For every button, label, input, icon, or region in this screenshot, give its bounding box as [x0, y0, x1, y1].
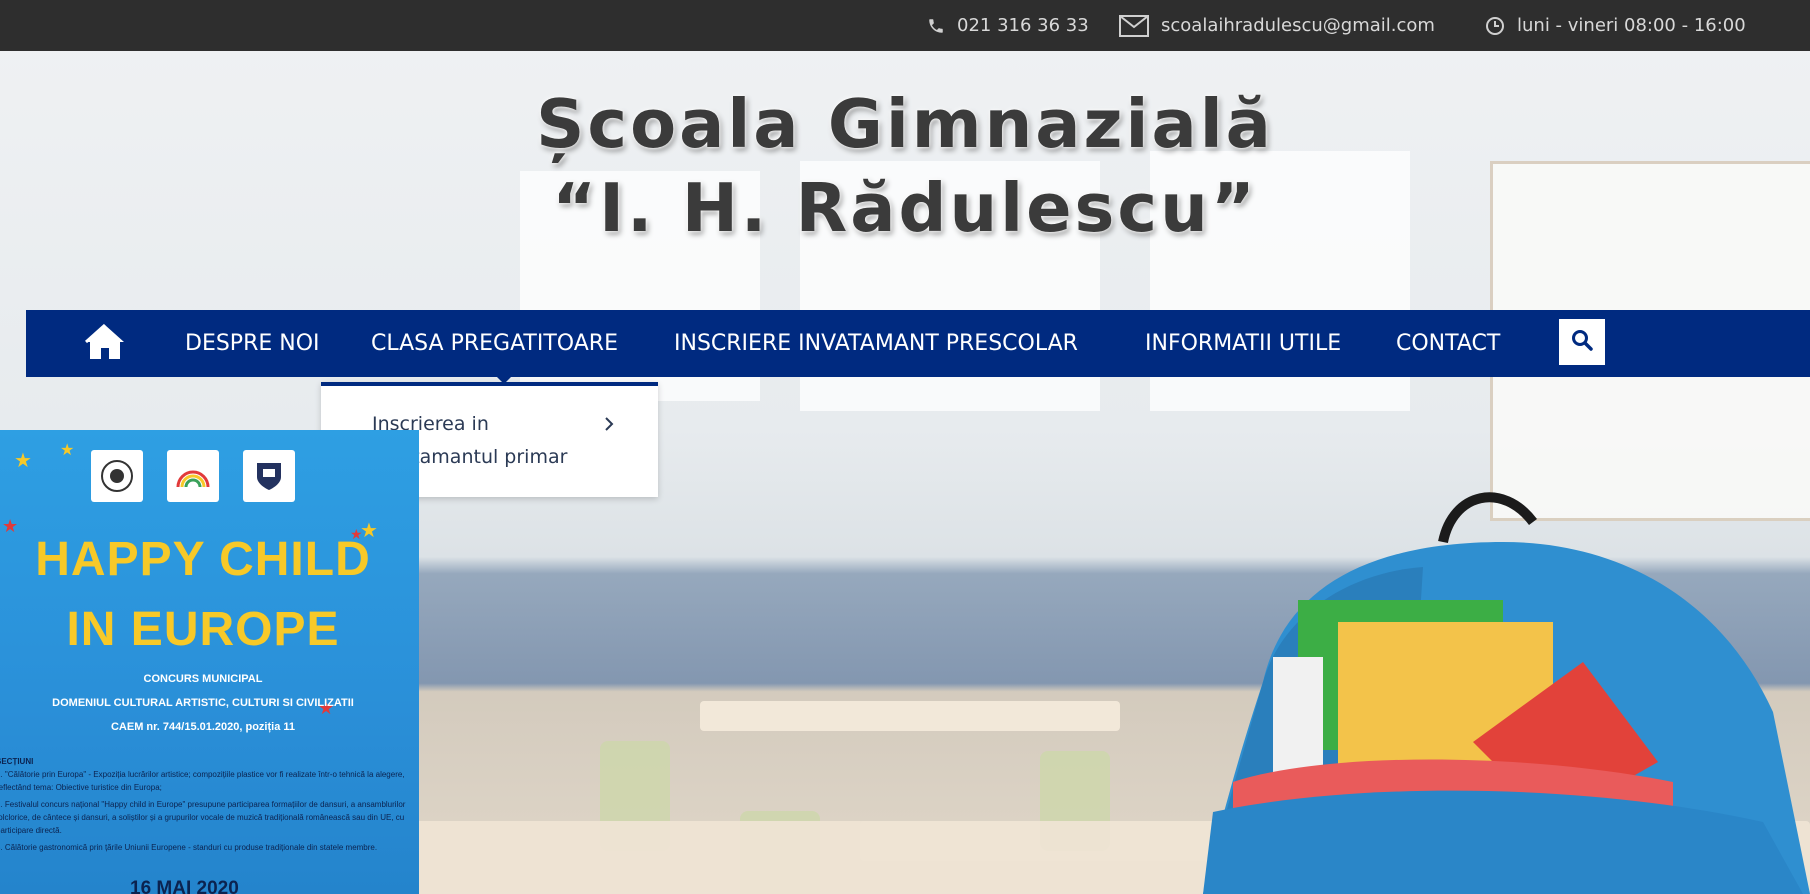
poster-subtitle-1: CONCURS MUNICIPAL	[143, 673, 263, 685]
poster-body-text-3: 3. Călătorie gastronomică prin țările Un…	[0, 843, 378, 852]
poster-date: 16 MAI 2020	[130, 878, 239, 894]
partner-logo	[91, 450, 143, 502]
phone-number: 021 316 36 33	[957, 15, 1089, 36]
email-address: scoalaihradulescu@gmail.com	[1161, 15, 1435, 36]
email-contact[interactable]: scoalaihradulescu@gmail.com	[1119, 0, 1435, 51]
poster-title-line-2: IN EUROPE	[66, 603, 340, 656]
star-decoration: ★	[60, 442, 75, 459]
poster-body-text-2: 2. Festivalul concurs național "Happy ch…	[0, 800, 406, 835]
poster-body-heading: SECȚIUNI	[0, 757, 34, 766]
title-line-2: “I. H. Rădulescu”	[552, 169, 1258, 247]
nav-item-despre-noi[interactable]: DESPRE NOI	[185, 310, 320, 377]
poster-subtitle-2: DOMENIUL CULTURAL ARTISTIC, CULTURI SI C…	[52, 697, 354, 709]
home-icon[interactable]	[84, 322, 126, 362]
school-logo	[243, 450, 295, 502]
star-decoration: ★	[14, 450, 32, 472]
poster-subtitle-3: CAEM nr. 744/15.01.2020, poziția 11	[110, 721, 296, 733]
nav-item-contact[interactable]: CONTACT	[1396, 310, 1500, 377]
poster-title-line-1: HAPPY CHILD	[35, 533, 371, 586]
chevron-right-icon	[603, 416, 615, 437]
main-navigation: DESPRE NOI CLASA PREGATITOARE INSCRIERE …	[26, 310, 1810, 377]
nav-item-informatii-utile[interactable]: INFORMATII UTILE	[1145, 310, 1341, 377]
clock-icon	[1485, 16, 1505, 36]
site-title: Școala Gimnazială “I. H. Rădulescu”	[0, 82, 1810, 250]
phone-icon	[927, 17, 945, 35]
event-poster[interactable]: ★ ★ ★ ★ ★ ★ HAPPY CHILD IN EUROPE CONCUR…	[0, 430, 419, 894]
top-contact-bar: 021 316 36 33 scoalaihradulescu@gmail.co…	[0, 0, 1810, 51]
happy-child-logo	[167, 450, 219, 502]
poster-body-text-1: 1. "Călătorie prin Europa" - Expoziția l…	[0, 770, 405, 792]
search-button[interactable]	[1559, 319, 1605, 365]
phone-contact[interactable]: 021 316 36 33	[927, 0, 1089, 51]
title-line-1: Școala Gimnazială	[536, 85, 1274, 163]
mail-icon	[1119, 14, 1149, 37]
nav-item-clasa-pregatitoare[interactable]: CLASA PREGATITOARE	[371, 310, 618, 377]
desk	[700, 701, 1120, 731]
backpack-illustration	[1203, 492, 1810, 894]
nav-item-inscriere-prescolar[interactable]: INSCRIERE INVATAMANT PRESCOLAR	[674, 310, 1078, 377]
hours-text: luni - vineri 08:00 - 16:00	[1517, 15, 1746, 36]
opening-hours: luni - vineri 08:00 - 16:00	[1485, 0, 1746, 51]
search-icon	[1571, 329, 1593, 356]
